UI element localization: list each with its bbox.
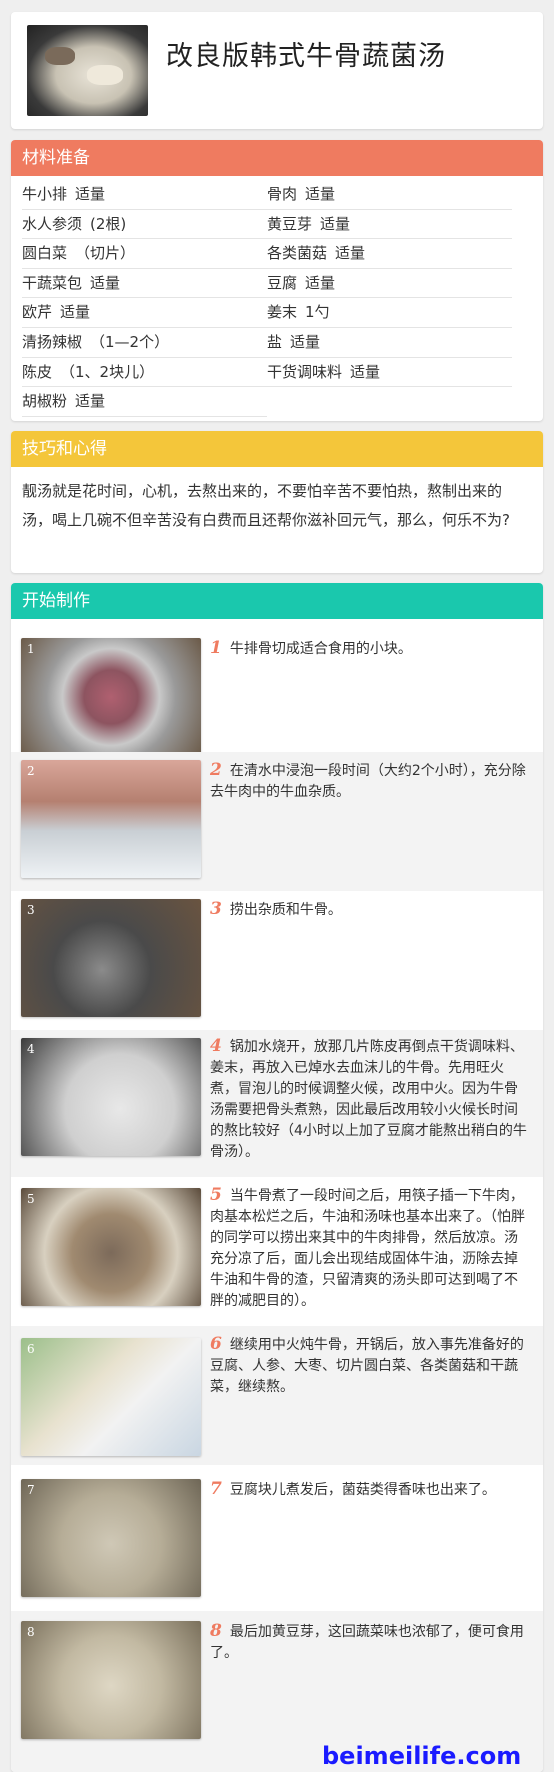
step-number: 3 bbox=[210, 899, 222, 919]
step-3: 3 3 捞出杂质和牛骨。 bbox=[11, 891, 543, 1030]
recipe-thumbnail[interactable] bbox=[27, 25, 148, 116]
step-description: 锅加水烧开，放那几片陈皮再倒点干货调味料、姜末，再放入已焯水去血沫儿的牛骨。先用… bbox=[210, 1039, 527, 1160]
steps-header: 开始制作 bbox=[11, 583, 543, 619]
step-photo[interactable]: 3 bbox=[21, 899, 201, 1017]
step-number: 2 bbox=[210, 760, 222, 780]
ingredient-empty-cell bbox=[267, 387, 512, 416]
step-2: 2 2 在清水中浸泡一段时间（大约2个小时），充分除去牛肉中的牛血杂质。 bbox=[11, 752, 543, 891]
ingredient-item: 干蔬菜包 适量 bbox=[22, 269, 267, 299]
step-number: 7 bbox=[210, 1479, 222, 1499]
step-6: 6 6 继续用中火炖牛骨，开锅后，放入事先准备好的豆腐、人参、大枣、切片圆白菜、各… bbox=[11, 1326, 543, 1465]
step-photo[interactable]: 5 bbox=[21, 1188, 201, 1306]
ingredient-item: 干货调味料 适量 bbox=[267, 358, 512, 388]
ingredient-item: 胡椒粉 适量 bbox=[22, 387, 267, 417]
step-text: 2 在清水中浸泡一段时间（大约2个小时），充分除去牛肉中的牛血杂质。 bbox=[210, 760, 530, 803]
step-text: 5 当牛骨煮了一段时间之后，用筷子插一下牛肉，肉基本松烂之后，牛油和汤味也基本出来… bbox=[210, 1185, 530, 1312]
step-photo[interactable]: 4 bbox=[21, 1038, 201, 1156]
step-photo[interactable]: 2 bbox=[21, 760, 201, 878]
ingredient-item: 黄豆芽 适量 bbox=[267, 210, 512, 240]
step-description: 捞出杂质和牛骨。 bbox=[229, 902, 342, 918]
ingredients-list: 牛小排 适量 骨肉 适量 水人参须 (2根) 黄豆芽 适量 圆白菜 （切片） 各类菌菇 适量… bbox=[11, 176, 543, 417]
ingredient-item: 豆腐 适量 bbox=[267, 269, 512, 299]
step-description: 继续用中火炖牛骨，开锅后，放入事先准备好的豆腐、人参、大枣、切片圆白菜、各类菌菇… bbox=[210, 1337, 524, 1395]
step-number: 5 bbox=[210, 1185, 222, 1205]
ingredient-item: 各类菌菇 适量 bbox=[267, 239, 512, 269]
step-description: 牛排骨切成适合食用的小块。 bbox=[229, 641, 412, 657]
step-photo-number: 4 bbox=[27, 1042, 35, 1056]
step-description: 豆腐块儿煮发后，菌菇类得香味也出来了。 bbox=[229, 1482, 496, 1498]
ingredients-header: 材料准备 bbox=[11, 140, 543, 176]
ingredient-item: 水人参须 (2根) bbox=[22, 210, 267, 240]
step-text: 3 捞出杂质和牛骨。 bbox=[210, 899, 530, 921]
step-text: 7 豆腐块儿煮发后，菌菇类得香味也出来了。 bbox=[210, 1479, 530, 1501]
step-description: 当牛骨煮了一段时间之后，用筷子插一下牛肉，肉基本松烂之后，牛油和汤味也基本出来了… bbox=[210, 1188, 525, 1309]
site-watermark: beimeilife.com bbox=[322, 1742, 522, 1770]
tips-text: 靓汤就是花时间，心机，去熬出来的，不要怕辛苦不要怕热，熬制出来的汤，喝上几碗不但… bbox=[22, 482, 510, 529]
step-photo[interactable]: 1 bbox=[21, 638, 201, 756]
step-photo-number: 5 bbox=[27, 1192, 35, 1206]
tips-header: 技巧和心得 bbox=[11, 431, 543, 467]
ingredient-item: 牛小排 适量 bbox=[22, 180, 267, 210]
step-4: 4 4 锅加水烧开，放那几片陈皮再倒点干货调味料、姜末，再放入已焯水去血沫儿的牛骨… bbox=[11, 1030, 543, 1177]
step-number: 4 bbox=[210, 1036, 222, 1056]
step-photo[interactable]: 7 bbox=[21, 1479, 201, 1597]
step-number: 1 bbox=[210, 638, 222, 658]
ingredient-item: 欧芹 适量 bbox=[22, 298, 267, 328]
step-photo-number: 1 bbox=[27, 642, 35, 656]
ingredient-item: 盐适量 bbox=[267, 328, 512, 358]
recipe-title: 改良版韩式牛骨蔬菌汤 bbox=[166, 41, 446, 72]
step-1: 1 1 牛排骨切成适合食用的小块。 bbox=[11, 619, 543, 756]
step-photo-number: 2 bbox=[27, 764, 35, 778]
ingredients-section: 材料准备 牛小排 适量 骨肉 适量 水人参须 (2根) 黄豆芽 适量 圆白菜 （切片） 各… bbox=[11, 140, 543, 421]
step-7: 7 7 豆腐块儿煮发后，菌菇类得香味也出来了。 bbox=[11, 1465, 543, 1611]
step-5: 5 5 当牛骨煮了一段时间之后，用筷子插一下牛肉，肉基本松烂之后，牛油和汤味也基本… bbox=[11, 1177, 543, 1326]
step-description: 在清水中浸泡一段时间（大约2个小时），充分除去牛肉中的牛血杂质。 bbox=[210, 763, 526, 800]
step-text: 1 牛排骨切成适合食用的小块。 bbox=[210, 638, 530, 660]
ingredient-item: 清扬辣椒 （1—2个） bbox=[22, 328, 267, 358]
recipe-title-card: 改良版韩式牛骨蔬菌汤 bbox=[11, 12, 543, 129]
step-text: 6 继续用中火炖牛骨，开锅后，放入事先准备好的豆腐、人参、大枣、切片圆白菜、各类菌… bbox=[210, 1334, 530, 1398]
step-number: 8 bbox=[210, 1621, 222, 1641]
step-number: 6 bbox=[210, 1334, 222, 1354]
ingredient-item: 陈皮 （1、2块儿） bbox=[22, 358, 267, 388]
step-photo-number: 6 bbox=[27, 1342, 35, 1356]
ingredient-item: 姜末 1勺 bbox=[267, 298, 512, 328]
step-photo[interactable]: 6 bbox=[21, 1338, 201, 1456]
steps-section: 开始制作 1 1 牛排骨切成适合食用的小块。 2 2 在清水中浸泡一段时间（大约2个… bbox=[11, 583, 543, 1772]
step-photo-number: 3 bbox=[27, 903, 35, 917]
step-photo-number: 8 bbox=[27, 1625, 35, 1639]
ingredient-item: 圆白菜 （切片） bbox=[22, 239, 267, 269]
step-photo-number: 7 bbox=[27, 1483, 35, 1497]
step-photo[interactable]: 8 bbox=[21, 1621, 201, 1739]
step-description: 最后加黄豆芽，这回蔬菜味也浓郁了，便可食用了。 bbox=[210, 1624, 524, 1661]
tips-section: 技巧和心得 靓汤就是花时间，心机，去熬出来的，不要怕辛苦不要怕热，熬制出来的汤，… bbox=[11, 431, 543, 573]
step-text: 8 最后加黄豆芽，这回蔬菜味也浓郁了，便可食用了。 bbox=[210, 1621, 530, 1664]
step-text: 4 锅加水烧开，放那几片陈皮再倒点干货调味料、姜末，再放入已焯水去血沫儿的牛骨。先… bbox=[210, 1036, 530, 1163]
ingredient-item: 骨肉 适量 bbox=[267, 180, 512, 210]
